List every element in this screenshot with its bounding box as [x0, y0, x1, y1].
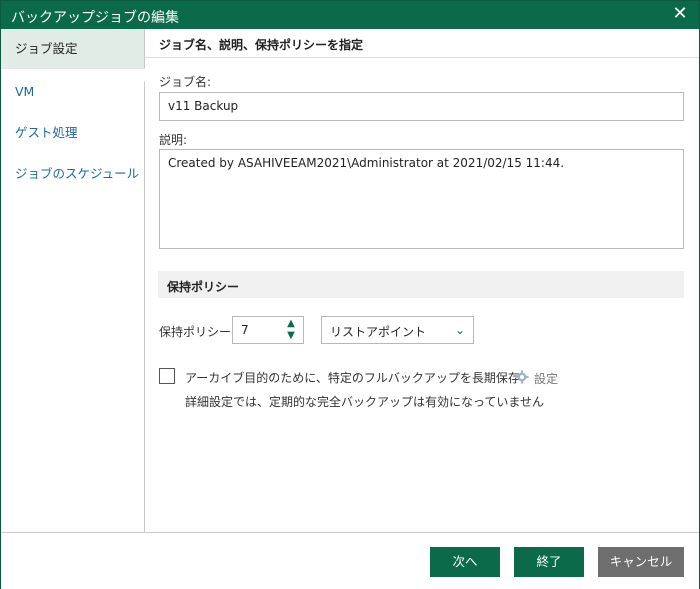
job-name-input[interactable]: v11 Backup [159, 92, 684, 121]
chevron-down-icon: ⌄ [454, 323, 465, 337]
sidebar-item-schedule[interactable]: ジョブのスケジュール [1, 154, 144, 194]
dialog-footer: 次へ 終了 キャンセル [1, 532, 699, 589]
wizard-sidebar: ジョブ設定 VM ゲスト処理 ジョブのスケジュール [1, 29, 146, 532]
description-textarea[interactable]: Created by ASAHIVEEAM2021\Administrator … [159, 149, 684, 249]
chevron-down-icon[interactable]: ▼ [285, 331, 297, 341]
retention-unit-select[interactable]: リストアポイント ⌄ [321, 316, 474, 344]
retention-stepper[interactable]: 7 ▲ ▼ [232, 316, 304, 344]
retention-group-header: 保持ポリシー [158, 271, 684, 298]
retention-unit-value: リストアポイント [330, 325, 427, 339]
archive-checkbox[interactable] [159, 368, 175, 384]
sidebar-item-vm[interactable]: VM [1, 72, 144, 112]
retention-group-title: 保持ポリシー [167, 280, 240, 294]
chevron-up-icon[interactable]: ▲ [285, 319, 297, 329]
gear-icon [515, 370, 529, 384]
cancel-button[interactable]: キャンセル [598, 547, 684, 577]
archive-settings-link[interactable]: 設定 [534, 370, 558, 387]
edit-backup-job-dialog: バックアップジョブの編集 ✕ ジョブ設定 VM ゲスト処理 ジョブのスケジュール… [0, 0, 700, 589]
job-name-label: ジョブ名: [159, 75, 212, 89]
retention-value[interactable]: 7 [241, 323, 249, 337]
section-title: ジョブ名、説明、保持ポリシーを指定 [159, 38, 364, 52]
description-label: 説明: [159, 133, 188, 147]
archive-checkbox-label[interactable]: アーカイブ目的のために、特定のフルバックアップを長期保存 [185, 369, 520, 386]
section-header: ジョブ名、説明、保持ポリシーを指定 [145, 29, 699, 58]
sidebar-item-job-settings[interactable]: ジョブ設定 [1, 29, 144, 69]
close-icon[interactable]: ✕ [669, 3, 691, 25]
finish-button[interactable]: 終了 [514, 547, 584, 577]
sidebar-item-guest-processing[interactable]: ゲスト処理 [1, 113, 144, 153]
next-button[interactable]: 次へ [430, 547, 500, 577]
retention-label: 保持ポリシー: [159, 325, 236, 339]
title-bar: バックアップジョブの編集 ✕ [1, 1, 699, 29]
dialog-title: バックアップジョブの編集 [11, 10, 179, 26]
archive-note: 詳細設定では、定期的な完全バックアップは有効になっていません [185, 395, 545, 409]
main-panel: ジョブ名、説明、保持ポリシーを指定 ジョブ名: v11 Backup 説明: C… [145, 29, 699, 532]
